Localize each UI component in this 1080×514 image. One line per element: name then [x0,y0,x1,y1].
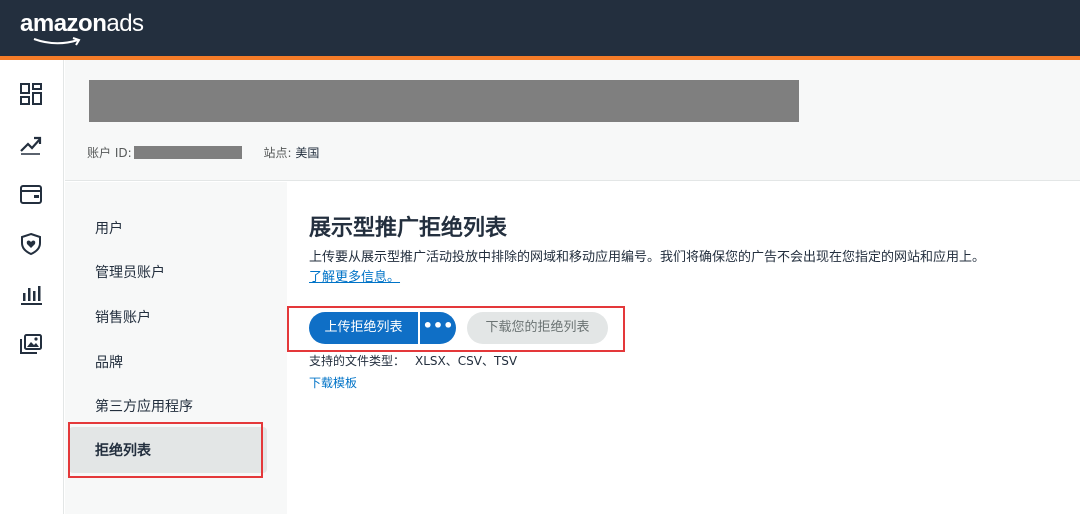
top-bar: amazonads [0,0,1080,60]
file-types-label: 支持的文件类型： [309,354,406,368]
page-description: 上传要从展示型推广活动投放中排除的网域和移动应用编号。我们将确保您的广告不会出现… [309,250,986,265]
bar-chart-icon[interactable] [19,282,43,306]
amazon-ads-logo[interactable]: amazonads [20,10,144,46]
media-gallery-icon[interactable] [19,332,43,356]
subnav-item-third-party-apps[interactable]: 第三方应用程序 [95,396,193,416]
smile-arrow-icon [33,37,81,46]
page-title: 展示型推广拒绝列表 [309,216,508,241]
download-template-link[interactable]: 下载模板 [309,374,357,391]
redacted-account-name [89,80,799,122]
supported-file-types: 支持的文件类型： XLSX、CSV、TSV [309,352,517,369]
file-types-value: XLSX、CSV、TSV [415,354,518,368]
trend-up-icon[interactable] [19,132,43,156]
wallet-icon[interactable] [19,182,43,206]
dashboard-icon[interactable] [19,82,43,106]
subnav-item-brands[interactable]: 品牌 [95,352,123,372]
account-header: 账户 ID: 站点: 美国 [65,60,1080,181]
redacted-account-id [133,146,242,159]
learn-more-link[interactable]: 了解更多信息。 [309,266,400,285]
highlight-box-blocklist-nav [68,422,263,478]
shield-heart-icon[interactable] [19,232,43,256]
marketplace-label: 站点: [263,146,292,160]
account-id-label: 账户 ID: [87,146,132,160]
subnav-item-users[interactable]: 用户 [95,218,123,238]
highlight-box-buttons [287,306,625,352]
subnav-item-manager-accounts[interactable]: 管理员账户 [95,262,165,282]
subnav-item-seller-accounts[interactable]: 销售账户 [95,307,151,327]
account-info-line: 账户 ID: 站点: 美国 [87,144,319,161]
left-icon-rail [0,60,64,514]
marketplace-value: 美国 [295,146,320,160]
